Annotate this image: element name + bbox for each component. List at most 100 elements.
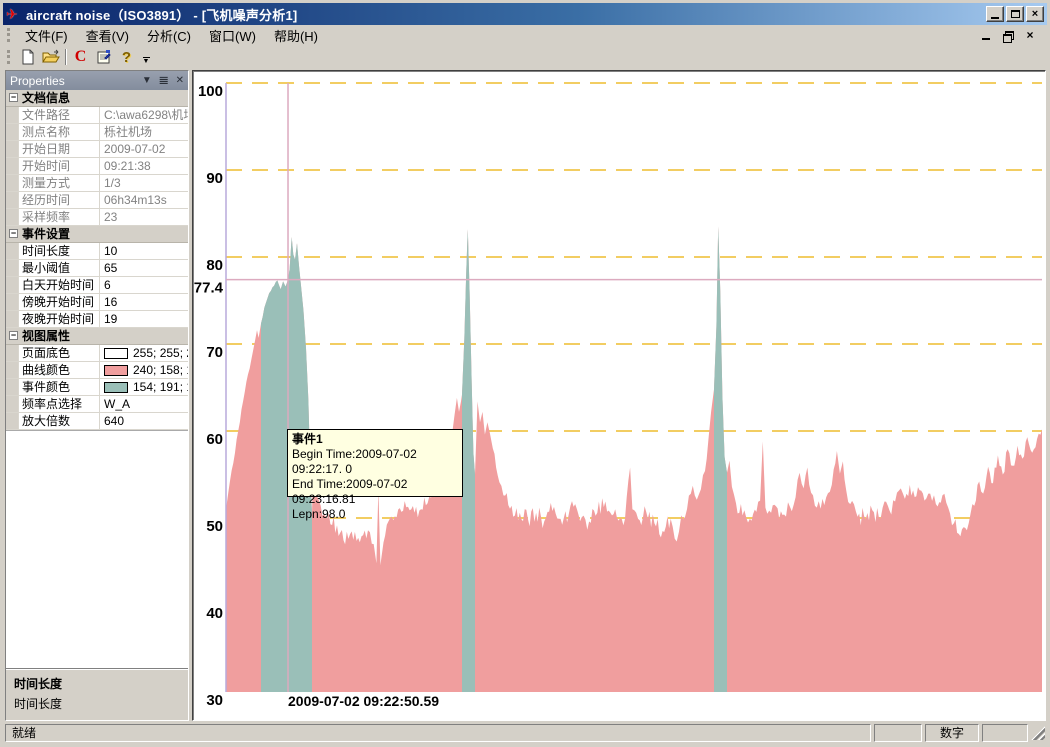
y-tick-label-90: 90 <box>206 170 223 187</box>
menu-item-2[interactable]: 分析(C) <box>138 27 200 46</box>
menu-bar: 文件(F)查看(V)分析(C)窗口(W)帮助(H) × <box>3 25 1047 45</box>
properties-panel: Properties ▼ 𝌆 ✕ −文档信息文件路径C:\awa6298\机场测… <box>5 70 189 721</box>
y-tick-label-60: 60 <box>206 431 223 448</box>
row-margin <box>6 345 19 361</box>
row-margin <box>6 294 19 310</box>
properties-button[interactable] <box>92 46 115 68</box>
event-tooltip-begin: Begin Time:2009-07-02 09:22:17. 0 <box>292 447 458 477</box>
row-margin <box>6 141 19 157</box>
property-row: 曲线颜色 240; 158; 15 <box>6 362 188 379</box>
status-pane-num: 数字 <box>925 724 979 742</box>
category-row[interactable]: −事件设置 <box>6 226 188 243</box>
row-margin <box>6 311 19 327</box>
property-row: 开始日期2009-07-02 <box>6 141 188 158</box>
property-label: 页面底色 <box>19 345 100 361</box>
property-row: 傍晚开始时间16 <box>6 294 188 311</box>
event-tooltip-end: End Time:2009-07-02 09:23:16.81 <box>292 477 458 507</box>
menu-item-3[interactable]: 窗口(W) <box>200 27 265 46</box>
property-value[interactable]: W_A <box>100 396 188 412</box>
property-value[interactable]: 19 <box>100 311 188 327</box>
row-margin <box>6 396 19 412</box>
category-row[interactable]: −文档信息 <box>6 90 188 107</box>
menu-item-4[interactable]: 帮助(H) <box>265 27 327 46</box>
property-value[interactable]: 255; 255; 25 <box>100 345 188 361</box>
property-value[interactable]: 6 <box>100 277 188 293</box>
cursor-value-label: 77.4 <box>194 280 224 297</box>
property-value[interactable]: 154; 191; 18 <box>100 379 188 395</box>
maximize-button[interactable] <box>1006 6 1024 22</box>
property-value[interactable]: 640 <box>100 413 188 429</box>
window-title: aircraft noise（ISO3891） - [飞机噪声分析1] <box>26 5 297 24</box>
mdi-restore-button[interactable] <box>1001 29 1015 42</box>
resize-grip[interactable] <box>1031 726 1045 740</box>
mdi-restore-icon <box>1003 31 1013 40</box>
y-tick-label-100: 100 <box>198 83 223 100</box>
help-button[interactable]: ? <box>115 46 138 68</box>
chart-document: 100908077.470605040302009-07-02 09:22:50… <box>192 70 1046 721</box>
property-row: 频率点选择W_A <box>6 396 188 413</box>
status-bar: 就绪 数字 <box>3 721 1047 744</box>
close-button[interactable]: × <box>1026 6 1044 22</box>
collapse-icon[interactable]: − <box>9 331 18 340</box>
property-value[interactable]: 10 <box>100 243 188 259</box>
minimize-button[interactable] <box>986 6 1004 22</box>
property-label: 测点名称 <box>19 124 100 140</box>
property-value: 23 <box>100 209 188 225</box>
property-row: 经历时间06h34m13s <box>6 192 188 209</box>
menubar-gripper[interactable] <box>7 28 12 42</box>
property-value: C:\awa6298\机场 <box>100 107 188 123</box>
properties-panel-header[interactable]: Properties ▼ 𝌆 ✕ <box>6 71 188 90</box>
property-row: 夜晚开始时间19 <box>6 311 188 328</box>
airplane-icon: ✈ <box>6 6 22 22</box>
property-value: 06h34m13s <box>100 192 188 208</box>
app-window: ✈ aircraft noise（ISO3891） - [飞机噪声分析1] × … <box>0 0 1050 747</box>
panel-close-icon[interactable]: ✕ <box>176 76 184 86</box>
status-message: 就绪 <box>5 724 871 742</box>
row-margin <box>6 362 19 378</box>
maximize-icon <box>1011 10 1020 18</box>
collapse-icon[interactable]: − <box>9 93 18 102</box>
property-description-text: 时间长度 <box>14 695 180 712</box>
category-row[interactable]: −视图属性 <box>6 328 188 345</box>
mdi-close-button[interactable]: × <box>1023 29 1037 42</box>
property-value-text: W_A <box>104 396 130 412</box>
toolbar-overflow-button[interactable]: ▼ <box>140 46 152 68</box>
property-value: 09:21:38 <box>100 158 188 174</box>
property-label: 经历时间 <box>19 192 100 208</box>
property-label: 曲线颜色 <box>19 362 100 378</box>
property-value-text: 09:21:38 <box>104 158 151 174</box>
panel-menu-chevron-icon[interactable]: ▼ <box>142 76 152 86</box>
mdi-minimize-button[interactable] <box>979 29 993 42</box>
properties-panel-title: Properties <box>10 74 65 88</box>
panel-pin-icon[interactable]: 𝌆 <box>159 76 169 86</box>
color-swatch <box>104 365 128 376</box>
menu-item-1[interactable]: 查看(V) <box>77 27 138 46</box>
new-document-icon <box>20 49 36 65</box>
property-value[interactable]: 240; 158; 15 <box>100 362 188 378</box>
menu-item-0[interactable]: 文件(F) <box>16 27 77 46</box>
property-row: 放大倍数640 <box>6 413 188 430</box>
property-row: 事件颜色154; 191; 18 <box>6 379 188 396</box>
property-label: 采样频率 <box>19 209 100 225</box>
new-file-button[interactable] <box>16 46 39 68</box>
property-label: 频率点选择 <box>19 396 100 412</box>
property-value[interactable]: 16 <box>100 294 188 310</box>
toolbar-gripper[interactable] <box>7 50 12 64</box>
property-row: 白天开始时间6 <box>6 277 188 294</box>
status-pane-a <box>874 724 922 742</box>
analysis-c-button[interactable]: C <box>69 46 92 68</box>
property-value-text: 10 <box>104 243 117 259</box>
y-tick-label-80: 80 <box>206 257 223 274</box>
property-value[interactable]: 65 <box>100 260 188 276</box>
collapse-icon[interactable]: − <box>9 229 18 238</box>
property-value-text: 640 <box>104 413 124 429</box>
row-margin <box>6 379 19 395</box>
property-row: 最小阈值65 <box>6 260 188 277</box>
property-value-text: 240; 158; 15 <box>133 362 188 378</box>
property-row: 开始时间09:21:38 <box>6 158 188 175</box>
property-value-text: 23 <box>104 209 117 225</box>
noise-level-chart[interactable]: 100908077.470605040302009-07-02 09:22:50… <box>195 73 1046 717</box>
row-margin <box>6 124 19 140</box>
property-row: 文件路径C:\awa6298\机场 <box>6 107 188 124</box>
open-file-button[interactable] <box>39 46 62 68</box>
